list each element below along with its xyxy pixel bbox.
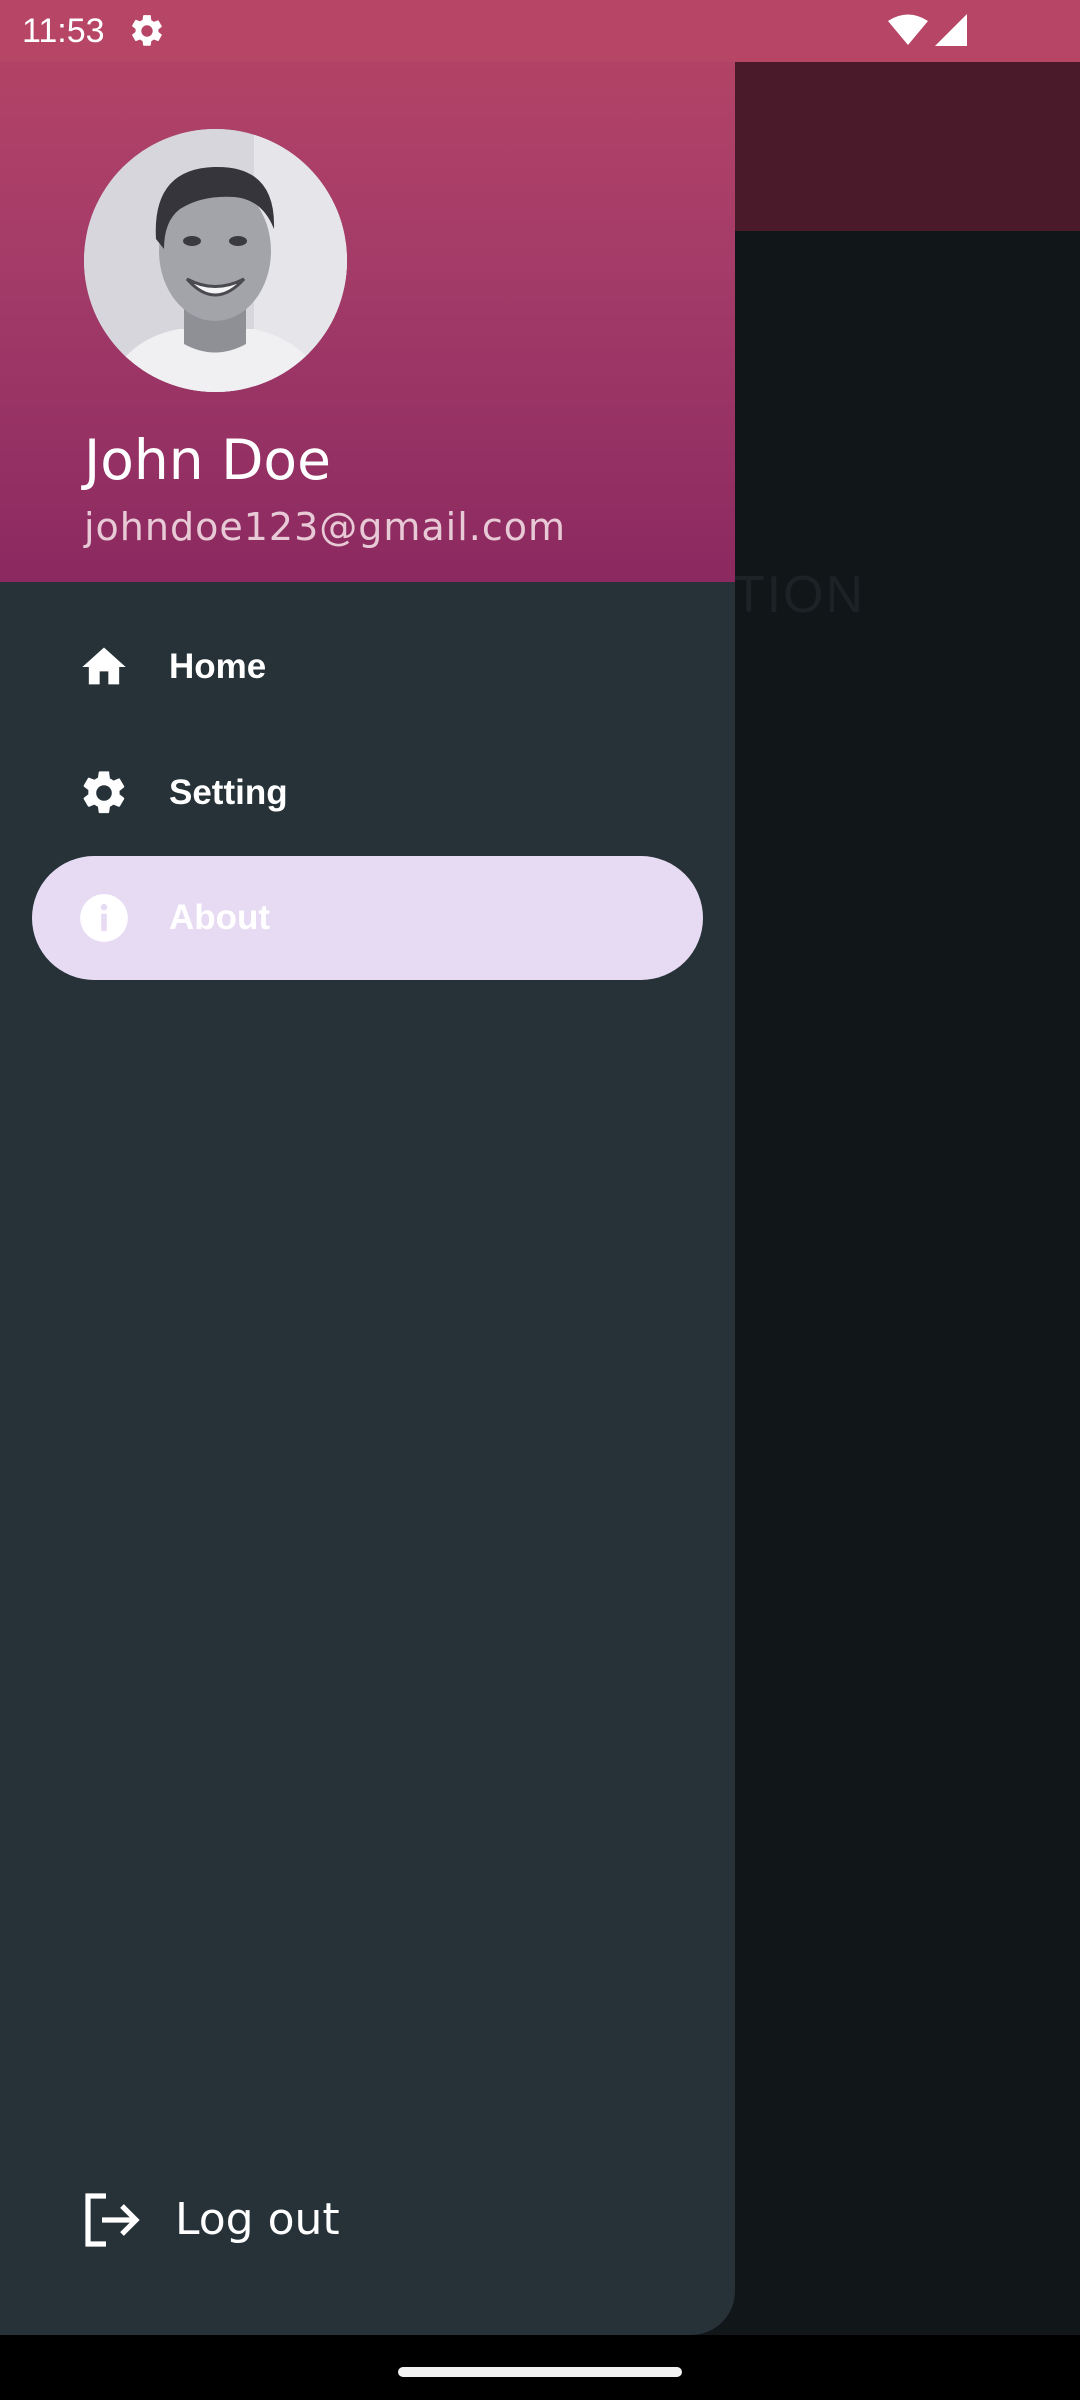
drawer-item-label: Setting bbox=[169, 773, 288, 812]
settings-gear-icon bbox=[132, 15, 162, 46]
gear-icon bbox=[83, 771, 125, 814]
navigation-drawer: John Doe johndoe123@gmail.com Home Setti… bbox=[0, 0, 735, 2335]
drawer-item-label: About bbox=[169, 898, 271, 937]
wifi-icon bbox=[888, 14, 928, 45]
user-email: johndoe123@gmail.com bbox=[84, 505, 567, 549]
avatar-photo bbox=[84, 129, 347, 392]
home-gesture-handle[interactable] bbox=[398, 2367, 682, 2377]
drawer-item-label: Home bbox=[169, 647, 267, 686]
drawer-item-about[interactable]: About bbox=[32, 856, 703, 980]
drawer-item-home[interactable]: Home bbox=[32, 605, 703, 729]
logout-button[interactable]: Log out bbox=[70, 2180, 470, 2260]
logout-label: Log out bbox=[175, 2194, 340, 2245]
logout-icon bbox=[85, 2193, 140, 2247]
cellular-signal-icon bbox=[935, 14, 967, 46]
status-bar: 11:53 bbox=[0, 0, 1080, 62]
drawer-header: John Doe johndoe123@gmail.com bbox=[0, 0, 735, 582]
status-time: 11:53 bbox=[22, 12, 105, 50]
home-icon bbox=[82, 647, 126, 685]
user-name: John Doe bbox=[84, 428, 331, 492]
avatar[interactable] bbox=[84, 129, 347, 392]
drawer-item-setting[interactable]: Setting bbox=[32, 731, 703, 855]
gesture-navigation-bar bbox=[0, 2335, 1080, 2400]
info-icon bbox=[80, 894, 128, 942]
